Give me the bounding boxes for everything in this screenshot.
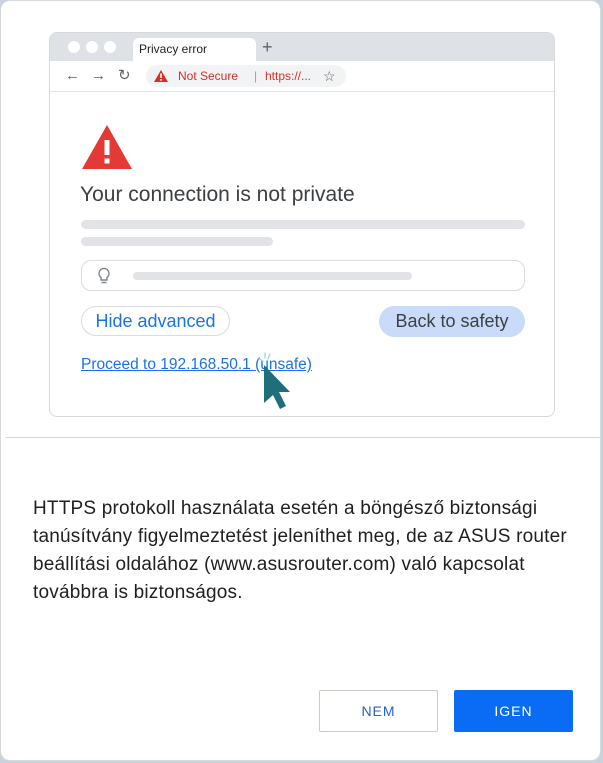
not-secure-label: Not Secure (178, 69, 239, 83)
forward-arrow-icon: → (91, 67, 106, 84)
large-warning-icon (82, 125, 132, 169)
browser-tab: Privacy error (133, 38, 256, 61)
no-button[interactable]: NEM (319, 690, 438, 732)
window-close-dot (68, 41, 80, 53)
tab-strip: Privacy error + (50, 33, 554, 61)
tip-box (81, 260, 525, 291)
address-separator: | (254, 69, 258, 83)
privacy-headline: Your connection is not private (80, 183, 355, 206)
section-divider (6, 437, 600, 438)
back-to-safety-button: Back to safety (379, 306, 525, 337)
placeholder-text-line (81, 237, 273, 246)
window-maximize-dot (104, 41, 116, 53)
address-url: https://... (265, 69, 312, 83)
back-arrow-icon: ← (65, 67, 80, 84)
mouse-cursor-icon (258, 352, 290, 409)
hide-advanced-button: Hide advanced (81, 306, 230, 336)
placeholder-text-line (81, 220, 525, 229)
new-tab-icon: + (262, 37, 273, 57)
bookmark-star-icon: ☆ (323, 68, 336, 84)
window-minimize-dot (86, 41, 98, 53)
https-warning-dialog: Privacy error + ← → ↻ Not Secure | https… (0, 0, 601, 761)
browser-illustration: Privacy error + ← → ↻ Not Secure | https… (49, 32, 555, 417)
warning-icon (154, 70, 168, 82)
address-bar: Not Secure | https://... ☆ (146, 65, 346, 87)
browser-toolbar: ← → ↻ Not Secure | https://... ☆ (50, 61, 554, 92)
yes-button[interactable]: IGEN (454, 690, 573, 732)
placeholder-text-line (133, 272, 412, 280)
lightbulb-icon (98, 267, 110, 284)
certificate-warning-message: HTTPS protokoll használata esetén a böng… (33, 498, 567, 603)
reload-icon: ↻ (118, 67, 131, 84)
